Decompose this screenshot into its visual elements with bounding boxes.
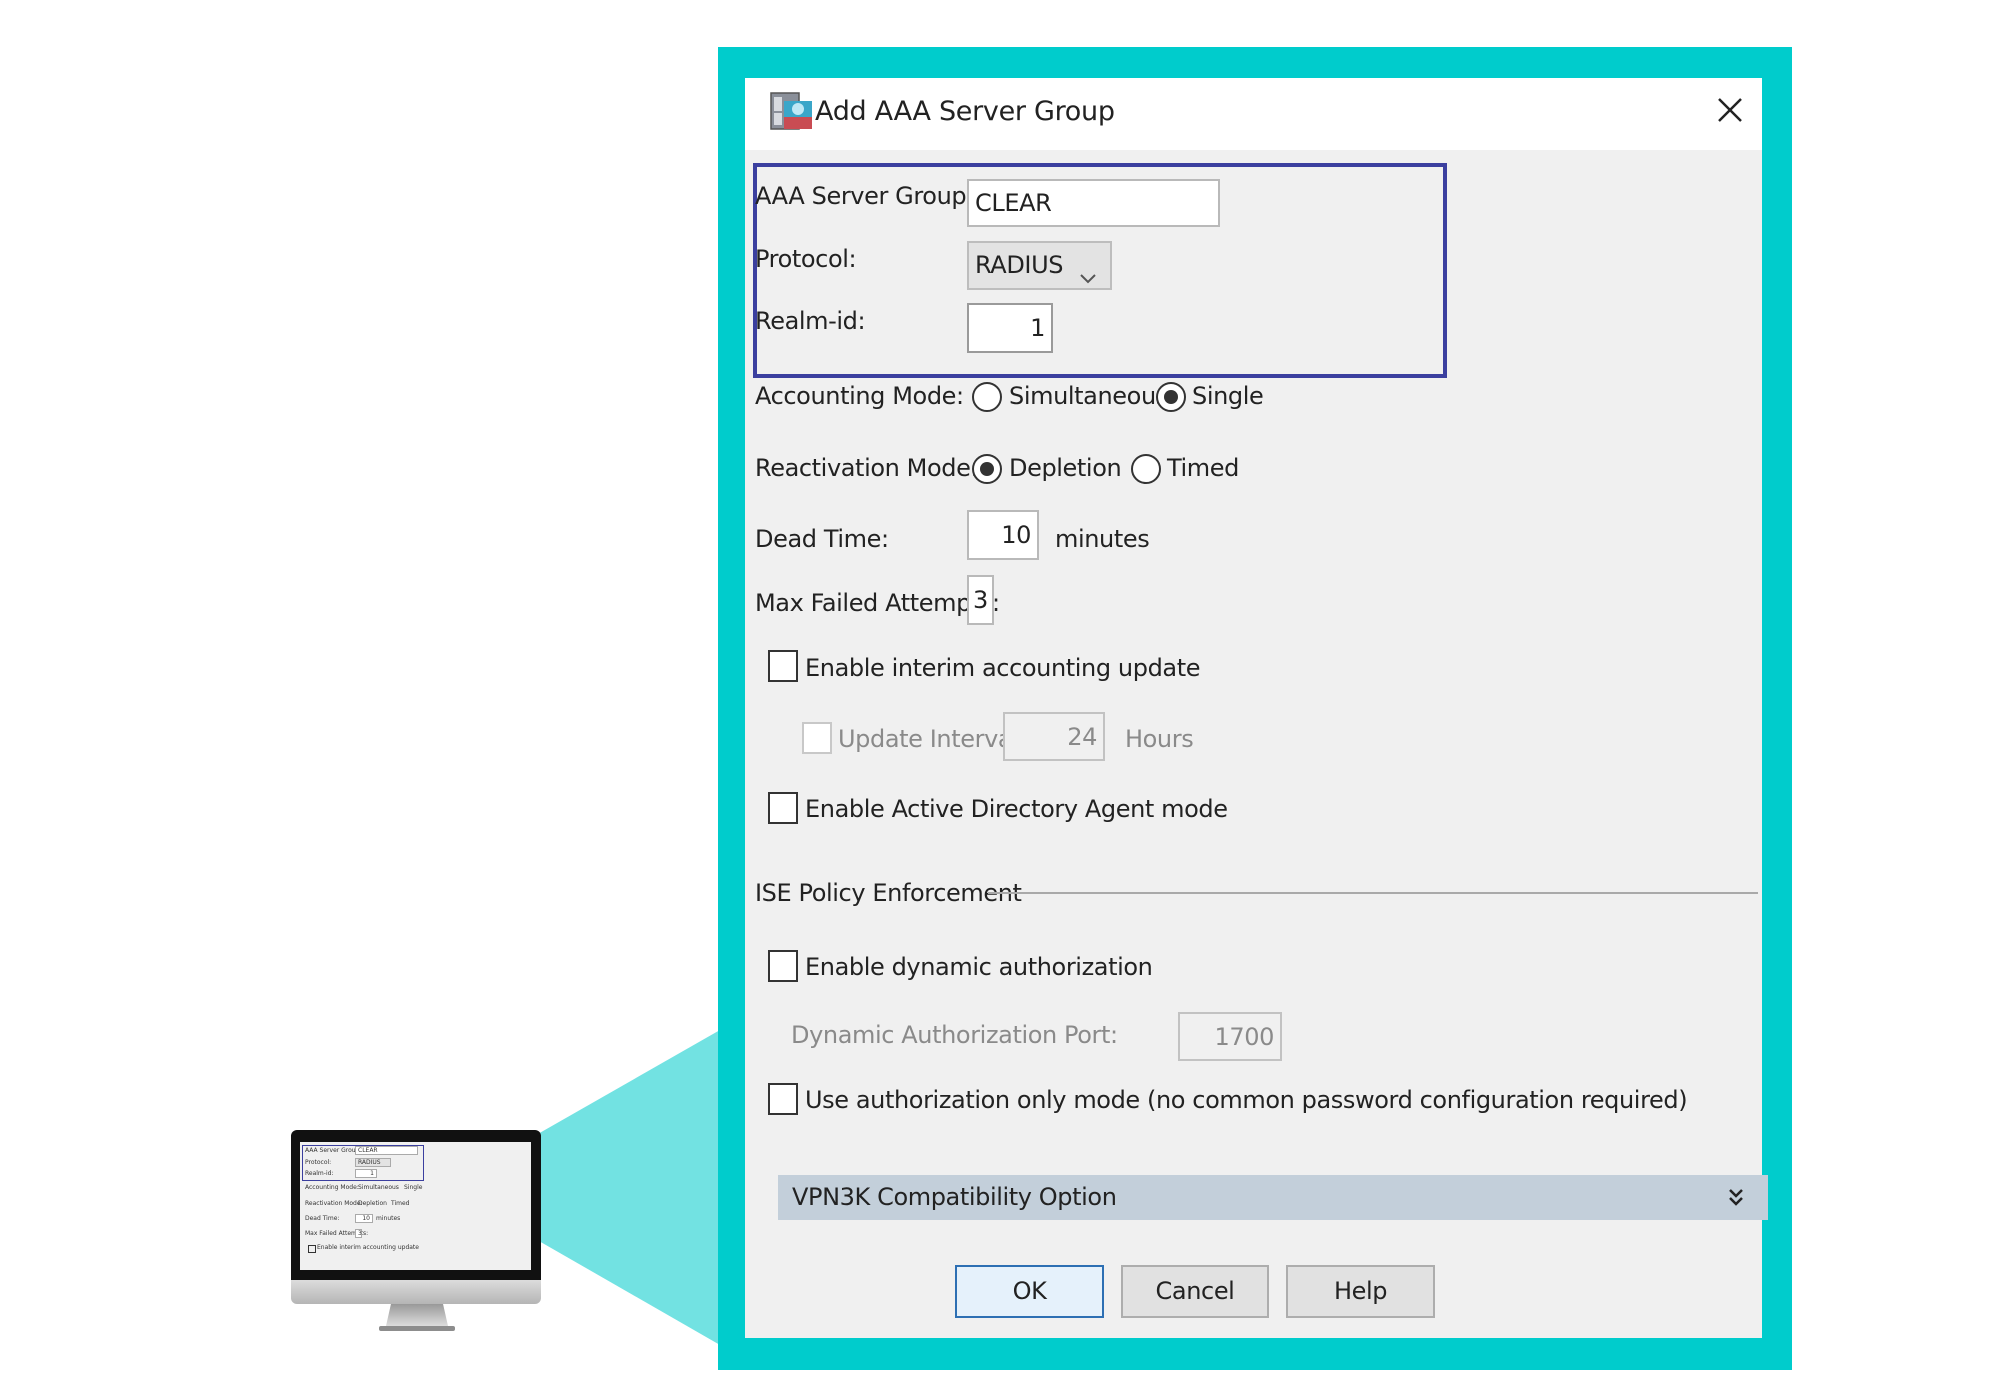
ad-agent-mode-label[interactable]: Enable Active Directory Agent mode: [805, 794, 1228, 824]
monitor-stand: [386, 1304, 448, 1326]
cancel-button[interactable]: Cancel: [1121, 1265, 1269, 1318]
dynamic-authorization-label[interactable]: Enable dynamic authorization: [805, 952, 1153, 982]
dialog-title: Add AAA Server Group: [815, 96, 1115, 127]
ok-button[interactable]: OK: [955, 1265, 1104, 1318]
monitor-screen: AAA Server Group: CLEAR Protocol: RADIUS…: [300, 1142, 531, 1270]
mini-reactivation-opt2: Timed: [391, 1200, 410, 1207]
vpn3k-compatibility-expander[interactable]: VPN3K Compatibility Option: [778, 1175, 1768, 1220]
ad-agent-mode-checkbox[interactable]: [768, 792, 798, 824]
protocol-select[interactable]: RADIUS: [967, 241, 1112, 290]
dead-time-label: Dead Time:: [755, 525, 889, 553]
radio-simultaneous-label[interactable]: Simultaneous: [1009, 381, 1168, 411]
dynamic-authorization-checkbox[interactable]: [768, 950, 798, 982]
monitor-foot: [379, 1326, 455, 1331]
ise-section-heading: ISE Policy Enforcement: [755, 879, 1022, 907]
update-interval-checkbox[interactable]: [802, 722, 832, 754]
max-failed-attempts-label: Max Failed Attempts:: [755, 589, 1000, 617]
dead-time-input[interactable]: [967, 510, 1039, 560]
mini-max-failed-field: 3: [355, 1229, 362, 1238]
close-icon[interactable]: [1710, 90, 1750, 130]
mini-realm-field: 1: [355, 1169, 377, 1178]
radio-single[interactable]: [1156, 382, 1186, 412]
radio-timed-label[interactable]: Timed: [1167, 453, 1239, 483]
mini-dead-time-field: 10: [355, 1214, 373, 1223]
mini-server-group-label: AAA Server Group:: [305, 1147, 362, 1154]
mini-interim-checkbox: [308, 1245, 316, 1253]
protocol-select-value: RADIUS: [975, 251, 1064, 279]
server-group-input[interactable]: [967, 179, 1220, 227]
mini-protocol-label: Protocol:: [305, 1159, 332, 1166]
max-failed-attempts-input[interactable]: [967, 575, 994, 625]
mini-reactivation-label: Reactivation Mode:: [305, 1200, 363, 1207]
protocol-label: Protocol:: [755, 245, 857, 273]
chevron-down-icon: [1078, 257, 1098, 284]
radio-single-label[interactable]: Single: [1192, 381, 1264, 411]
monitor-chin: [291, 1280, 541, 1304]
monitor-bezel: AAA Server Group: CLEAR Protocol: RADIUS…: [291, 1130, 541, 1280]
mini-accounting-opt2: Single: [404, 1184, 423, 1191]
update-interval-input[interactable]: [1003, 712, 1105, 761]
ise-section-divider: [988, 892, 1758, 894]
mini-realm-label: Realm-id:: [305, 1170, 334, 1177]
realm-id-input[interactable]: [967, 303, 1053, 353]
dead-time-unit: minutes: [1055, 525, 1150, 553]
radio-simultaneous[interactable]: [972, 382, 1002, 412]
authorization-only-checkbox[interactable]: [768, 1083, 798, 1115]
reactivation-mode-label: Reactivation Mode:: [755, 454, 979, 482]
vpn3k-label: VPN3K Compatibility Option: [792, 1183, 1117, 1211]
mini-server-group-field: CLEAR: [355, 1146, 418, 1155]
authorization-only-label[interactable]: Use authorization only mode (no common p…: [805, 1085, 1688, 1115]
mini-accounting-label: Accounting Mode:: [305, 1184, 359, 1191]
monitor-illustration: AAA Server Group: CLEAR Protocol: RADIUS…: [291, 1130, 541, 1335]
title-bar[interactable]: Add AAA Server Group: [745, 78, 1762, 150]
mini-reactivation-opt1: Depletion: [358, 1200, 387, 1207]
server-group-label: AAA Server Group:: [755, 182, 974, 210]
mini-interim-label: Enable interim accounting update: [317, 1244, 419, 1251]
radio-timed[interactable]: [1131, 454, 1161, 484]
dynamic-port-input[interactable]: [1178, 1012, 1282, 1061]
help-button[interactable]: Help: [1286, 1265, 1435, 1318]
dynamic-port-label: Dynamic Authorization Port:: [791, 1021, 1118, 1049]
accounting-mode-label: Accounting Mode:: [755, 382, 964, 410]
mini-dead-time-unit: minutes: [376, 1215, 401, 1222]
server-group-icon: [770, 92, 814, 132]
interim-accounting-label[interactable]: Enable interim accounting update: [805, 653, 1201, 683]
radio-depletion-label[interactable]: Depletion: [1009, 453, 1122, 483]
add-aaa-server-group-dialog: Add AAA Server Group AAA Server Group: P…: [745, 78, 1768, 1338]
mini-protocol-select: RADIUS: [355, 1158, 391, 1167]
update-interval-unit: Hours: [1125, 725, 1194, 753]
realm-id-label: Realm-id:: [755, 307, 866, 335]
mini-dead-time-label: Dead Time:: [305, 1215, 340, 1222]
radio-depletion[interactable]: [972, 454, 1002, 484]
mini-accounting-opt1: Simultaneous: [358, 1184, 399, 1191]
interim-accounting-checkbox[interactable]: [768, 650, 798, 682]
update-interval-label: Update Interval:: [838, 725, 1027, 753]
double-chevron-down-icon: [1726, 1185, 1746, 1209]
